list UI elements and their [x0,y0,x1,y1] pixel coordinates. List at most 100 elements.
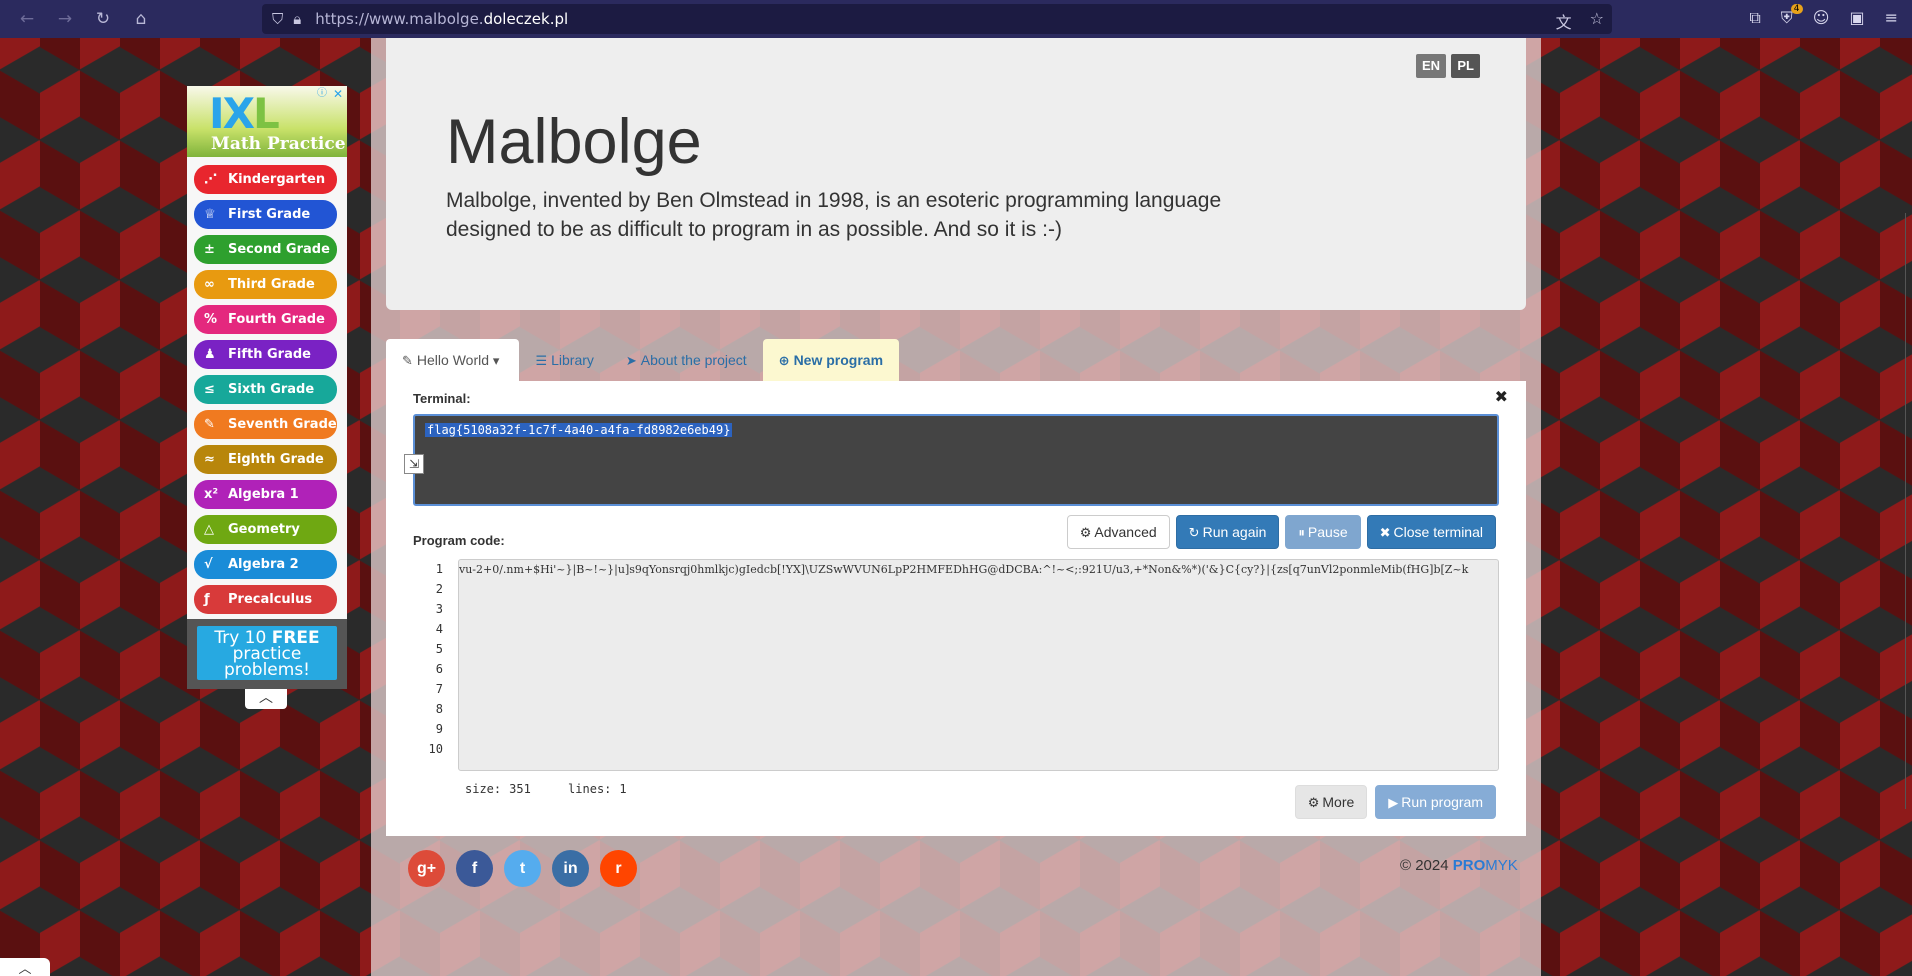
grade-icon: ⋰ [204,172,217,187]
grade-label: Algebra 1 [228,487,299,502]
copyright-text: © 2024 [1400,857,1449,874]
ad-item-kindergarten[interactable]: ⋰ Kindergarten [194,165,337,194]
grade-icon: ± [204,242,215,257]
profile-avatar-icon[interactable]: ☺ [1813,8,1830,28]
twitter-icon[interactable]: t [504,850,541,887]
logo-l: L [253,89,280,138]
extensions-icon[interactable]: ⧉ [1749,8,1760,28]
line-number: 9 [435,722,443,736]
button-label: Run program [1401,794,1483,810]
logo-ix: IX [209,89,255,138]
list-icon: ☰ [535,354,548,369]
ad-cta-button[interactable]: Try 10 FREE practice problems! [197,626,337,680]
lock-icon[interactable]: 🔒︎ [293,10,301,28]
ad-item-seventh-grade[interactable]: ✎ Seventh Grade [194,410,337,439]
terminal-text[interactable]: flag{5108a32f-1c7f-4a40-a4fa-fd8982e6eb4… [425,423,733,437]
grade-label: Algebra 2 [228,557,299,572]
ad-item-sixth-grade[interactable]: ≤ Sixth Grade [194,375,337,404]
ad-item-fifth-grade[interactable]: ♟ Fifth Grade [194,340,337,369]
linkedin-icon[interactable]: in [552,850,589,887]
ad-item-first-grade[interactable]: ♕ First Grade [194,200,337,229]
line-number-gutter: 1 2 3 4 5 6 7 8 9 10 [413,559,449,771]
line-number: 4 [435,622,443,636]
plus-circle-icon: ⊕ [778,354,790,369]
ad-item-algebra-2[interactable]: √ Algebra 2 [194,550,337,579]
close-icon[interactable]: ✖ [1495,387,1508,406]
google-plus-icon[interactable]: g+ [408,850,445,887]
ixl-ad[interactable]: IXL Math Practice ⓘ ✕ ⋰ Kindergarten ♕ Firs… [187,86,347,689]
lang-pl-button[interactable]: PL [1451,54,1480,78]
tab-hello-world[interactable]: ✎ Hello World ▾ [386,339,520,381]
caret-down-icon: ▾ [492,354,500,369]
address-bar[interactable]: ⛉ 🔒︎ https://www.malbolge.doleczek.pl 文 … [262,4,1612,34]
translate-icon[interactable]: 文 [1556,9,1572,33]
bookmark-star-icon[interactable]: ☆ [1590,9,1604,33]
home-icon[interactable]: ⌂ [130,8,152,30]
run-again-button[interactable]: ↻ Run again [1175,515,1280,549]
code-textarea[interactable]: vu-2+0/.nm+$Hi'~}|B~!~}|u]s9qYonsrqj0hml… [458,559,1499,771]
line-number: 8 [435,702,443,716]
forward-icon[interactable]: → [54,8,76,30]
grade-label: Third Grade [228,277,315,292]
run-program-button[interactable]: ▶ Run program [1375,785,1496,819]
reddit-icon[interactable]: r [600,850,637,887]
terminal-output[interactable]: flag{5108a32f-1c7f-4a40-a4fa-fd8982e6eb4… [413,414,1499,506]
chevron-up-icon[interactable]: ︿ [0,958,50,976]
play-icon: ▶ [1388,796,1399,811]
lang-en-button[interactable]: EN [1415,54,1446,78]
grade-label: Precalculus [228,592,313,607]
gear-icon: ⚙ [1079,526,1092,541]
advanced-button[interactable]: ⚙ Advanced [1066,515,1170,549]
size-label: size: [465,782,502,796]
grade-label: Geometry [228,522,300,537]
line-number: 10 [428,742,443,756]
button-label: Run again [1202,524,1267,540]
grade-icon: ✎ [204,417,215,432]
button-label: Advanced [1094,524,1157,540]
resize-handle-icon[interactable]: ⇲ [404,454,424,474]
send-icon: ➤ [625,354,637,369]
scroll-strip [1905,213,1912,809]
menu-icon[interactable]: ≡ [1885,8,1898,28]
ad-item-geometry[interactable]: △ Geometry [194,515,337,544]
brand-myk[interactable]: MYK [1485,857,1518,874]
line-number: 1 [435,562,443,576]
ad-item-fourth-grade[interactable]: % Fourth Grade [194,305,337,334]
brand-pro[interactable]: PRO [1453,857,1486,874]
program-code-label: Program code: [413,533,505,548]
program-stats: size: 351 lines: 1 [465,782,657,796]
size-value: 351 [509,782,531,796]
pause-button[interactable]: ⏸ Pause [1285,515,1361,549]
extension-shield-icon[interactable]: ⛨ 4 [1781,4,1803,28]
facebook-icon[interactable]: f [456,850,493,887]
tab-label: Hello World [416,352,490,368]
program-controls: ⚙ More ▶ Run program [1294,785,1496,819]
tab-new-program[interactable]: ⊕ New program [762,339,900,381]
code-line[interactable]: vu-2+0/.nm+$Hi'~}|B~!~}|u]s9qYonsrqj0hml… [459,560,1468,580]
grade-label: Second Grade [228,242,330,257]
close-terminal-button[interactable]: ✖ Close terminal [1366,515,1496,549]
grade-icon: △ [204,522,214,537]
grade-icon: ≈ [204,452,215,467]
button-label: Close terminal [1393,524,1483,540]
url-text[interactable]: https://www.malbolge.doleczek.pl [315,10,568,28]
ad-item-eighth-grade[interactable]: ≈ Eighth Grade [194,445,337,474]
tab-library[interactable]: ☰ Library [519,339,609,381]
ad-item-algebra-1[interactable]: x² Algebra 1 [194,480,337,509]
browser-toolbar: ← → ↻ ⌂ ⛉ 🔒︎ https://www.malbolge.dolecz… [0,0,1912,38]
ad-item-second-grade[interactable]: ± Second Grade [194,235,337,264]
more-button[interactable]: ⚙ More [1294,785,1368,819]
ad-item-third-grade[interactable]: ∞ Third Grade [194,270,337,299]
shield-icon[interactable]: ⛉ [272,10,283,28]
back-icon[interactable]: ← [16,8,38,30]
tab-about[interactable]: ➤ About the project [610,339,763,381]
ad-item-precalculus[interactable]: ƒ Precalculus [194,585,337,614]
grade-icon: ƒ [204,592,210,607]
reload-icon[interactable]: ↻ [92,8,114,30]
reader-icon[interactable]: ▣ [1849,8,1864,28]
header-jumbotron: EN PL Malbolge Malbolge, invented by Ben… [386,38,1526,310]
ad-close-icon[interactable]: ✕ [331,87,345,101]
ad-info-icon[interactable]: ⓘ [315,87,329,101]
ad-collapse-icon[interactable]: ︿ [245,689,287,709]
line-number: 3 [435,602,443,616]
